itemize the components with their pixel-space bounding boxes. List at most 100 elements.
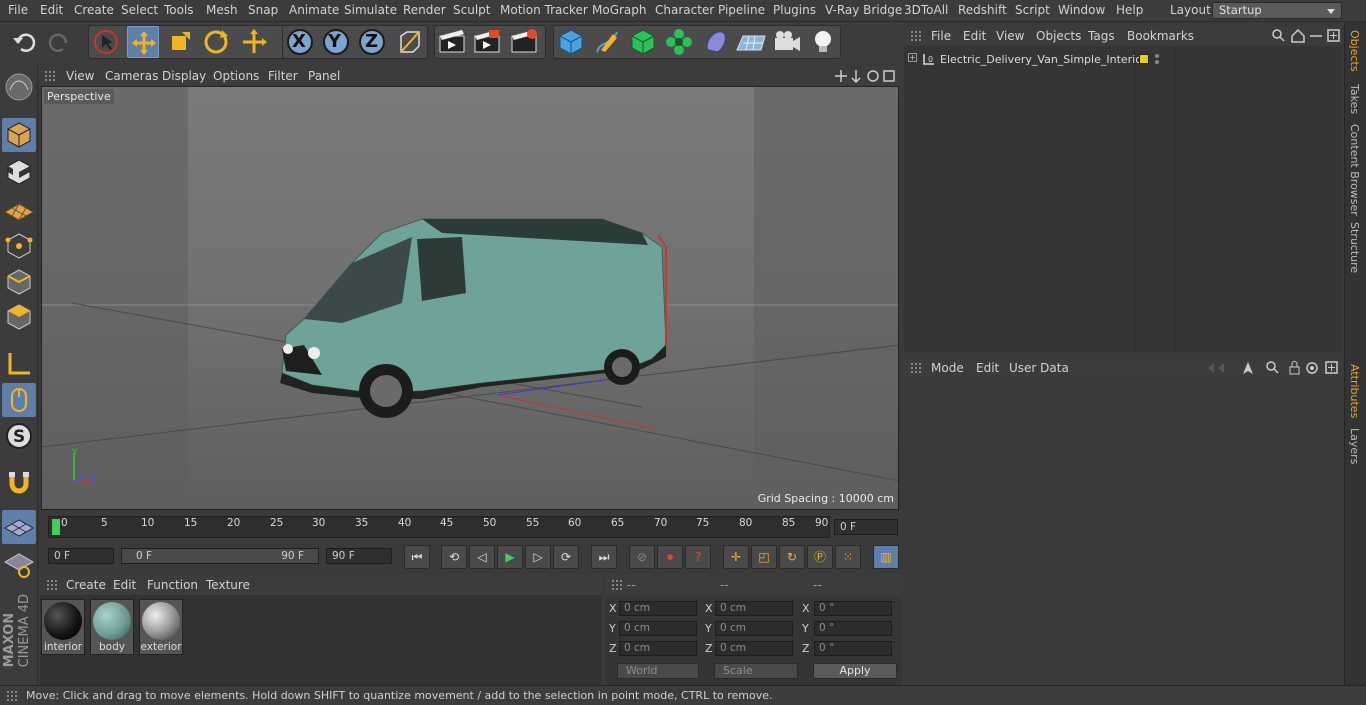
menu-snap[interactable]: Snap — [248, 3, 278, 17]
texture-mode-button[interactable] — [2, 155, 36, 189]
menu-select[interactable]: Select — [121, 3, 158, 17]
current-frame-field[interactable]: 0 F — [834, 519, 898, 535]
menu-file[interactable]: File — [8, 3, 28, 17]
objects-menu-tags[interactable]: Tags — [1088, 29, 1115, 43]
objects-menu-objects[interactable]: Objects — [1036, 29, 1081, 43]
menu-character[interactable]: Character — [655, 3, 714, 17]
workplane-lock-button[interactable] — [2, 510, 36, 544]
cube-button[interactable] — [555, 26, 587, 58]
menu-pipeline[interactable]: Pipeline — [718, 3, 765, 17]
key-scale-button[interactable]: ◰ — [751, 545, 777, 569]
menu-window[interactable]: Window — [1058, 3, 1105, 17]
objects-menu-file[interactable]: File — [931, 29, 951, 43]
menu-mesh[interactable]: Mesh — [206, 3, 238, 17]
go-to-start-button[interactable]: ⏮ — [404, 545, 430, 569]
object-manager-tool-icons[interactable] — [1272, 29, 1340, 43]
menu-redshift[interactable]: Redshift — [958, 3, 1007, 17]
viewport-menu-filter[interactable]: Filter — [268, 69, 298, 83]
scale-tool-button[interactable] — [164, 26, 196, 58]
next-frame-button[interactable]: ▷ — [525, 545, 551, 569]
previous-frame-button[interactable]: ◁ — [469, 545, 495, 569]
menu-edit[interactable]: Edit — [40, 3, 63, 17]
layer-color-swatch[interactable] — [1139, 54, 1149, 64]
perspective-viewport[interactable]: Perspective YZ Grid Spacing : 10000 cm — [41, 86, 899, 510]
deformer-button[interactable] — [700, 26, 732, 58]
object-row[interactable]: + 0 Electric_Delivery_Van_Simple_Interio… — [904, 52, 1342, 68]
menu-3dtoall[interactable]: 3DToAll — [904, 3, 948, 17]
menu-simulate[interactable]: Simulate — [344, 3, 397, 17]
keyframe-selection-button[interactable]: ? — [685, 545, 711, 569]
camera-button[interactable] — [771, 26, 803, 58]
menu-animate[interactable]: Animate — [289, 3, 339, 17]
model-mode-button[interactable] — [2, 118, 36, 152]
visibility-editor-dot[interactable] — [1155, 54, 1159, 58]
pen-button[interactable] — [591, 26, 623, 58]
key-pla-button[interactable]: ⁙ — [835, 545, 861, 569]
menu-mograph[interactable]: MoGraph — [592, 3, 647, 17]
key-rotation-button[interactable]: ↻ — [779, 545, 805, 569]
attributes-menu-edit[interactable]: Edit — [976, 361, 999, 375]
menu-motion-tracker[interactable]: Motion Tracker — [500, 3, 588, 17]
coordinate-mode-select[interactable]: World — [617, 663, 699, 679]
key-parameter-button[interactable]: Ⓟ — [807, 545, 833, 569]
undo-button[interactable] — [8, 26, 40, 58]
tab-takes[interactable]: Takes — [1348, 84, 1361, 114]
y-axis-lock-button[interactable]: Y — [320, 26, 352, 58]
material-menu-function[interactable]: Function — [147, 578, 198, 592]
rotation-x-field[interactable]: 0 ° — [814, 601, 892, 616]
cloner-button[interactable] — [663, 26, 695, 58]
material-interior[interactable]: interior — [41, 599, 85, 655]
attributes-menu-mode[interactable]: Mode — [931, 361, 964, 375]
timeline-ruler[interactable]: 0 5 10 15 20 25 30 35 40 45 50 55 60 65 … — [48, 516, 830, 538]
key-position-button[interactable]: ✛ — [723, 545, 749, 569]
menu-tools[interactable]: Tools — [164, 3, 194, 17]
transform-tool-button[interactable] — [238, 26, 270, 58]
subdivision-button[interactable] — [627, 26, 659, 58]
coordinate-system-button[interactable] — [393, 26, 425, 58]
locked-workplane-button[interactable] — [2, 548, 36, 582]
material-menu-create[interactable]: Create — [66, 578, 106, 592]
viewport-camera-label[interactable]: Perspective — [44, 89, 114, 104]
tab-layers[interactable]: Layers — [1348, 428, 1361, 464]
material-body[interactable]: body — [90, 599, 134, 655]
objects-menu-edit[interactable]: Edit — [963, 29, 986, 43]
material-menu-edit[interactable]: Edit — [113, 578, 136, 592]
tab-content-browser[interactable]: Content Browser — [1348, 124, 1361, 216]
material-menu-texture[interactable]: Texture — [206, 578, 250, 592]
visibility-render-dot[interactable] — [1155, 60, 1159, 64]
menu-render[interactable]: Render — [403, 3, 446, 17]
size-y-field[interactable]: 0 cm — [715, 621, 793, 636]
z-axis-lock-button[interactable]: Z — [356, 26, 388, 58]
size-x-field[interactable]: 0 cm — [715, 601, 793, 616]
floor-button[interactable] — [735, 26, 767, 58]
start-frame-field[interactable]: 0 F — [48, 548, 114, 564]
position-y-field[interactable]: 0 cm — [619, 621, 697, 636]
move-tool-button[interactable] — [127, 26, 159, 58]
size-z-field[interactable]: 0 cm — [715, 641, 793, 656]
previous-key-button[interactable]: ⟲ — [441, 545, 467, 569]
rotation-z-field[interactable]: 0 ° — [814, 641, 892, 656]
snap-button[interactable] — [2, 466, 36, 500]
rotate-tool-button[interactable] — [200, 26, 232, 58]
redo-button[interactable] — [44, 26, 76, 58]
go-to-end-button[interactable]: ⏭ — [591, 545, 617, 569]
layout-select[interactable]: Startup — [1212, 2, 1342, 19]
polygons-mode-button[interactable] — [2, 300, 36, 334]
render-settings-button[interactable] — [508, 26, 540, 58]
objects-menu-bookmarks[interactable]: Bookmarks — [1127, 29, 1194, 43]
axis-mode-button[interactable] — [2, 347, 36, 381]
timeline-window-button[interactable]: ▥ — [873, 545, 899, 569]
position-z-field[interactable]: 0 cm — [619, 641, 697, 656]
x-axis-lock-button[interactable]: X — [284, 26, 316, 58]
viewport-menu-view[interactable]: View — [66, 69, 94, 83]
menu-help[interactable]: Help — [1116, 3, 1143, 17]
live-selection-button[interactable] — [90, 26, 122, 58]
tab-attributes[interactable]: Attributes — [1348, 364, 1361, 418]
points-mode-button[interactable] — [2, 229, 36, 263]
end-frame-field[interactable]: 90 F — [326, 548, 392, 564]
make-editable-button[interactable] — [2, 70, 36, 104]
menu-sculpt[interactable]: Sculpt — [453, 3, 490, 17]
coordinate-scale-select[interactable]: Scale — [714, 663, 798, 679]
menu-vray-bridge[interactable]: V-Ray Bridge — [825, 3, 902, 17]
viewport-menu-panel[interactable]: Panel — [308, 69, 340, 83]
